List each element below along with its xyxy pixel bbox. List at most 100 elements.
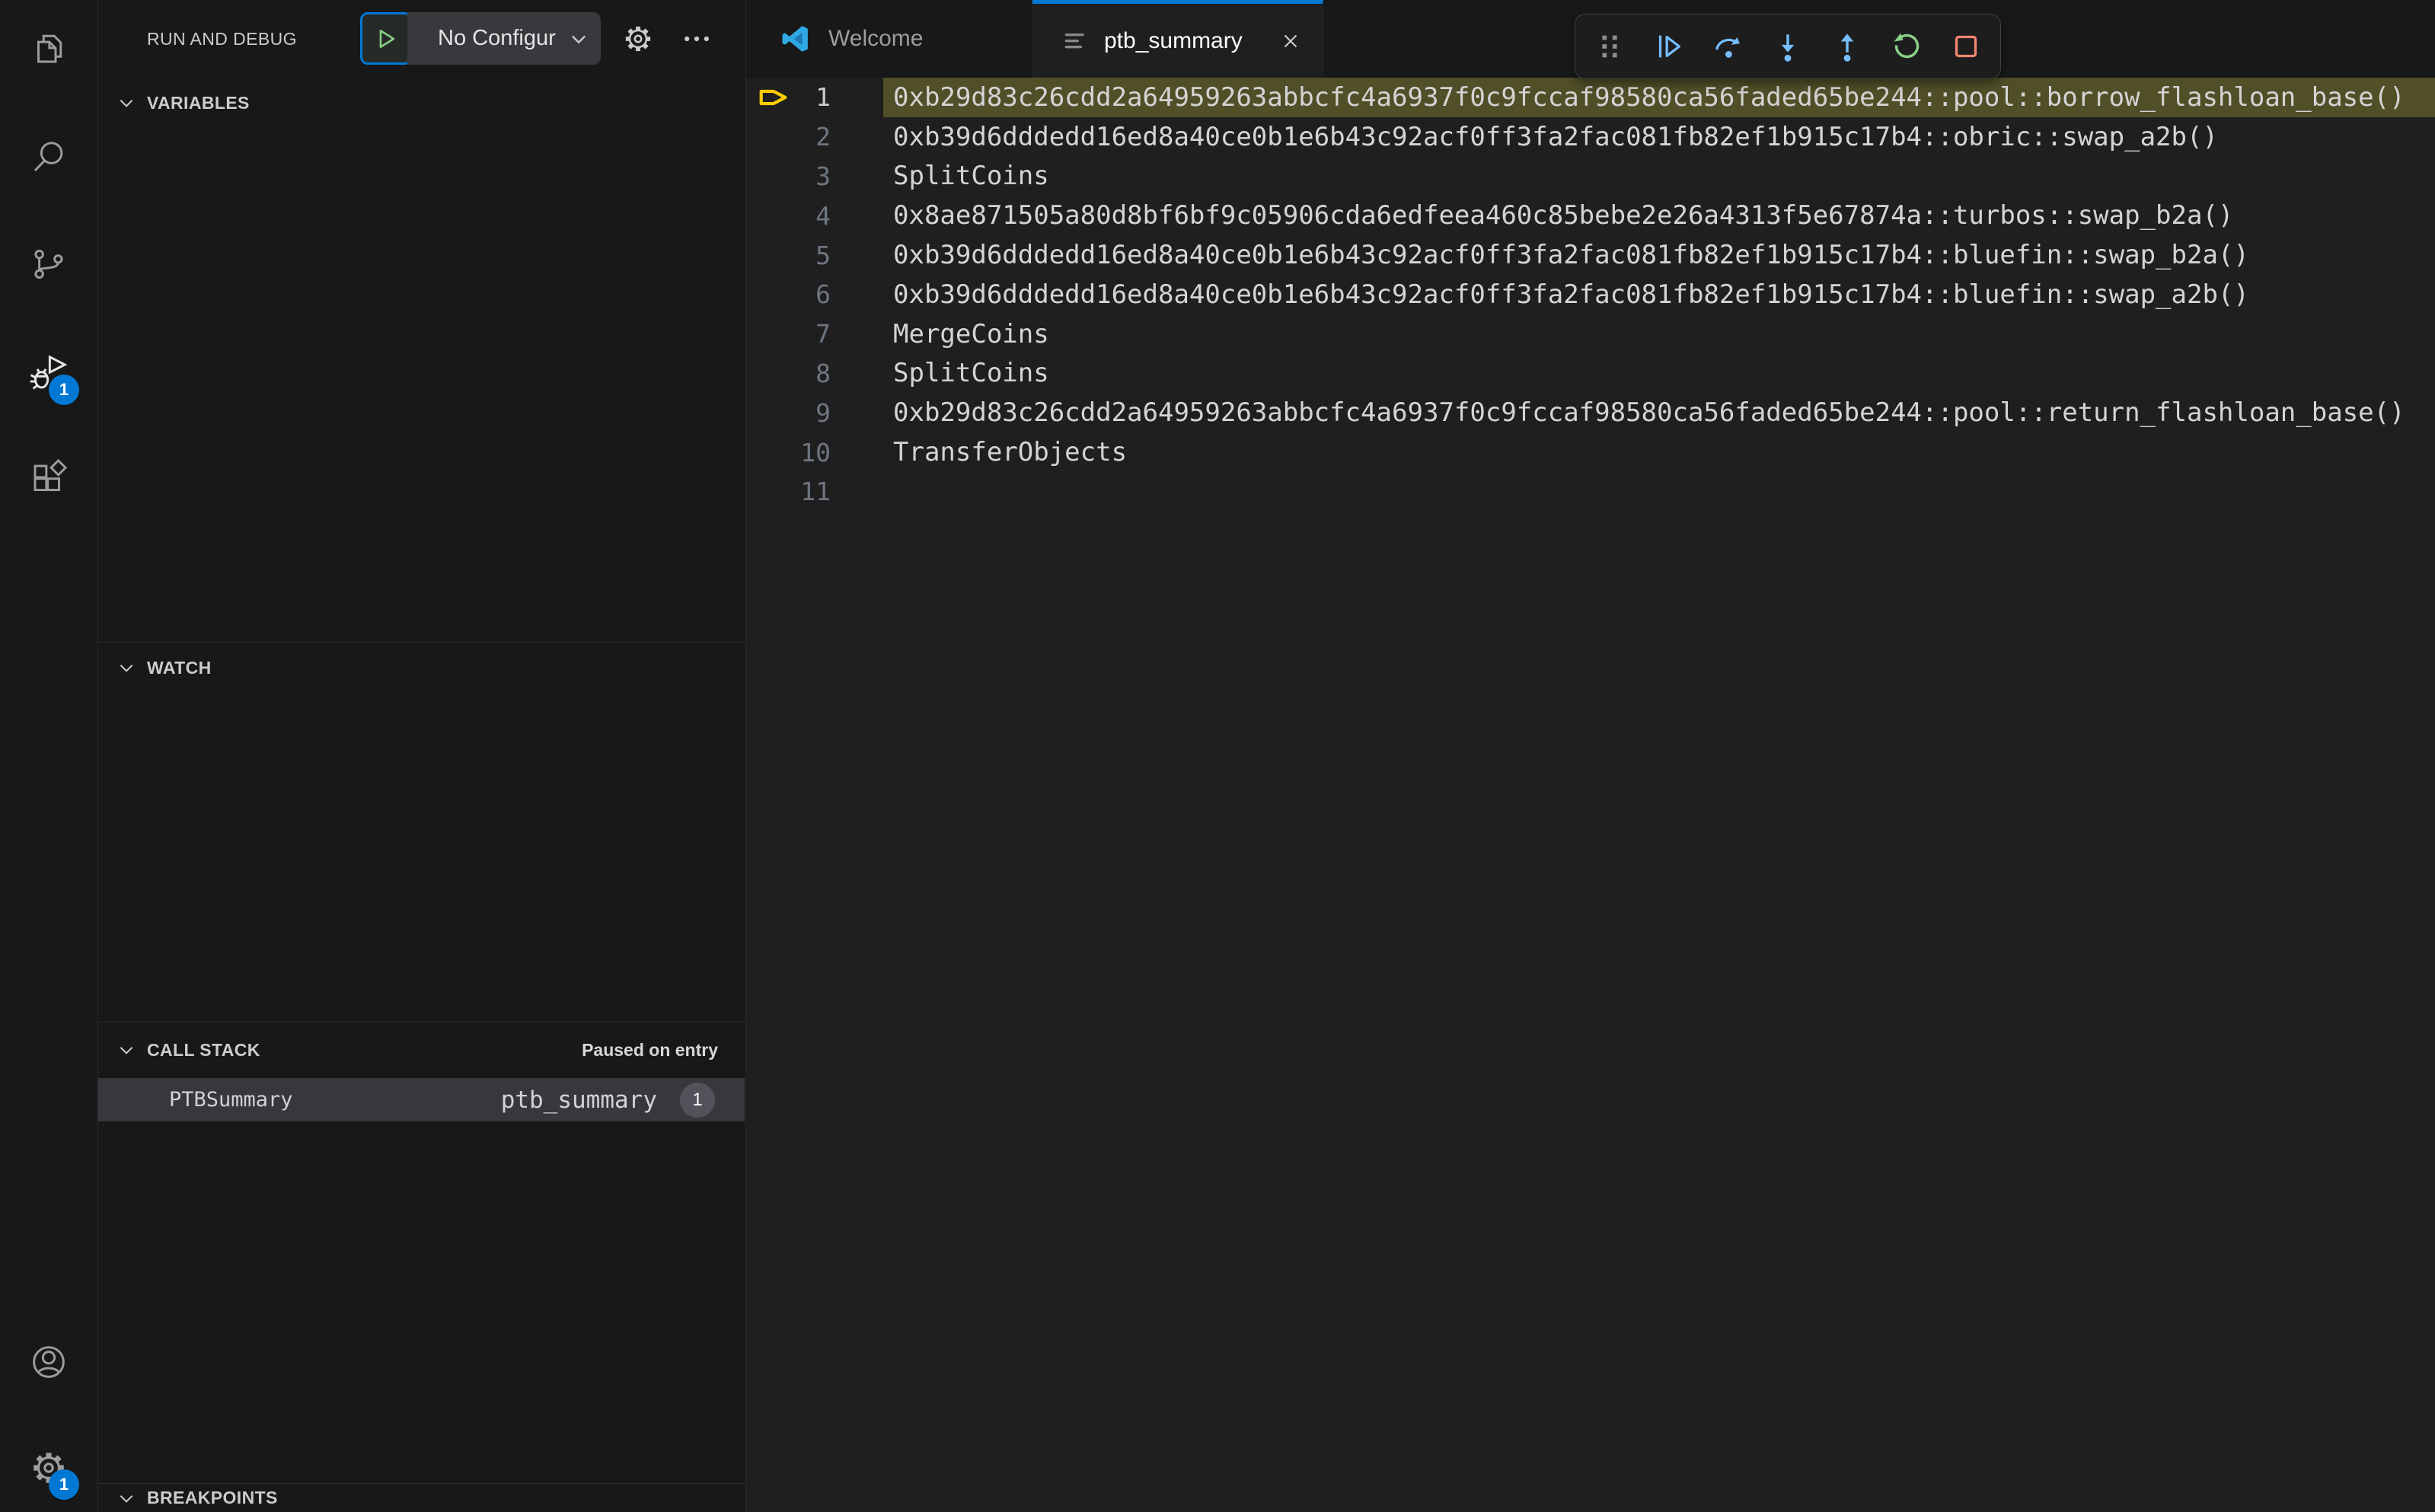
chevron-down-icon	[120, 1047, 133, 1054]
start-debug-button[interactable]	[360, 12, 412, 65]
play-icon	[379, 29, 395, 48]
section-breakpoints-label: BREAKPOINTS	[147, 1488, 278, 1507]
activity-item-accounts[interactable]	[0, 1325, 97, 1399]
stop-button[interactable]	[1947, 27, 1985, 65]
line-number[interactable]: 9	[746, 398, 831, 428]
line-number[interactable]: 10	[746, 438, 831, 467]
section-call-stack-label: CALL STACK	[147, 1039, 260, 1060]
debug-config-dropdown[interactable]: No Configur	[407, 12, 601, 65]
search-icon	[34, 142, 63, 172]
line-number[interactable]: 8	[746, 359, 831, 388]
files-icon	[37, 34, 62, 63]
code-line[interactable]: 10 TransferObjects	[746, 432, 2435, 472]
code-line[interactable]: 7 MergeCoins	[746, 314, 2435, 354]
section-watch[interactable]: WATCH	[116, 643, 745, 693]
debug-config-label: No Configur	[438, 26, 556, 50]
line-number[interactable]: 3	[746, 161, 831, 191]
activity-bar: 1 1	[0, 0, 98, 1512]
ellipsis-icon	[685, 36, 709, 42]
code-line[interactable]: 2 0xb39d6dddedd16ed8a40ce0b1e6b43c92acf0…	[746, 117, 2435, 157]
line-number[interactable]: 6	[746, 279, 831, 309]
toolbar-drag-handle[interactable]	[1591, 27, 1629, 65]
step-out-icon	[1840, 33, 1854, 62]
frame-name: PTBSummary	[169, 1088, 293, 1112]
line-number[interactable]: 4	[746, 201, 831, 231]
code-line[interactable]: 5 0xb39d6dddedd16ed8a40ce0b1e6b43c92acf0…	[746, 235, 2435, 275]
settings-badge: 1	[49, 1469, 79, 1500]
line-text: 0xb39d6dddedd16ed8a40ce0b1e6b43c92acf0ff…	[893, 240, 2249, 271]
frame-badge: 1	[680, 1082, 715, 1118]
line-text: 0xb39d6dddedd16ed8a40ce0b1e6b43c92acf0ff…	[893, 279, 2249, 310]
line-number[interactable]: 11	[746, 477, 831, 506]
code-line[interactable]: 1 0xb29d83c26cdd2a64959263abbcfc4a6937f0…	[746, 78, 2435, 117]
tab-welcome[interactable]: Welcome	[746, 0, 1032, 78]
line-text: 0xb39d6dddedd16ed8a40ce0b1e6b43c92acf0ff…	[893, 121, 2218, 152]
line-number[interactable]: 2	[746, 122, 831, 152]
chevron-down-icon	[571, 35, 586, 43]
call-stack-frame-row[interactable]: PTBSummary ptb_summary 1	[98, 1078, 745, 1121]
restart-button[interactable]	[1888, 27, 1926, 65]
activity-item-run-and-debug[interactable]: 1	[0, 337, 97, 410]
activity-item-extensions[interactable]	[0, 440, 97, 513]
continue-button[interactable]	[1650, 27, 1688, 65]
restart-icon	[1894, 33, 1920, 59]
chevron-down-icon	[120, 100, 133, 107]
debug-toolbar	[1575, 14, 2001, 79]
code-line[interactable]: 9 0xb29d83c26cdd2a64959263abbcfc4a6937f0…	[746, 393, 2435, 432]
section-variables[interactable]: VARIABLES	[116, 78, 745, 128]
line-text: TransferObjects	[893, 437, 1128, 468]
line-number[interactable]: 7	[746, 319, 831, 349]
line-number[interactable]: 5	[746, 241, 831, 270]
debug-badge: 1	[49, 375, 79, 405]
line-text: MergeCoins	[893, 318, 1049, 349]
activity-item-explorer[interactable]	[0, 11, 97, 85]
continue-icon	[1658, 35, 1681, 58]
vscode-logo-icon	[782, 26, 808, 52]
source-control-icon	[34, 249, 63, 279]
code-line[interactable]: 11	[746, 472, 2435, 512]
tab-welcome-label: Welcome	[828, 26, 924, 51]
extensions-icon	[34, 458, 68, 492]
section-call-stack[interactable]: CALL STACK Paused on entry	[116, 1022, 745, 1077]
sidebar-title: RUN AND DEBUG	[147, 29, 297, 49]
tab-close-button[interactable]	[1275, 26, 1306, 56]
gear-icon	[625, 26, 651, 52]
chevron-down-icon	[120, 665, 133, 672]
current-frame-arrow-icon	[759, 89, 787, 106]
step-over-icon	[1715, 37, 1740, 58]
debug-settings-button[interactable]	[620, 21, 656, 57]
vscode-window: 1 1 RUN AND DEBUG No Configur VARIABLES …	[0, 0, 2435, 1512]
list-file-icon	[1064, 33, 1084, 48]
tab-ptb-summary-label: ptb_summary	[1104, 27, 1243, 53]
section-watch-label: WATCH	[147, 657, 212, 678]
code-line[interactable]: 6 0xb39d6dddedd16ed8a40ce0b1e6b43c92acf0…	[746, 275, 2435, 314]
section-variables-label: VARIABLES	[147, 92, 250, 113]
tab-ptb-summary[interactable]: ptb_summary	[1032, 0, 1323, 78]
line-text: SplitCoins	[893, 358, 1049, 389]
code-area: 1 0xb29d83c26cdd2a64959263abbcfc4a6937f0…	[746, 78, 2435, 1512]
step-into-button[interactable]	[1769, 27, 1807, 65]
frame-source: ptb_summary	[500, 1086, 657, 1114]
account-icon	[33, 1346, 65, 1378]
debug-start-control: No Configur	[360, 12, 605, 65]
code-line[interactable]: 4 0x8ae871505a80d8bf6bf9c05906cda6edfeea…	[746, 196, 2435, 235]
chevron-down-icon	[120, 1494, 133, 1503]
views-more-actions-button[interactable]	[678, 21, 715, 57]
line-text: SplitCoins	[893, 161, 1049, 192]
editor-group: Welcome ptb_summary 1 0xb29d83c26cdd2a64…	[746, 0, 2435, 1512]
activity-item-source-control[interactable]	[0, 228, 97, 301]
activity-item-search[interactable]	[0, 120, 97, 193]
frame-right-group: ptb_summary 1	[500, 1082, 715, 1118]
stop-icon	[1955, 35, 1977, 58]
line-text: 0xb29d83c26cdd2a64959263abbcfc4a6937f0c9…	[893, 81, 2405, 113]
activity-item-settings[interactable]: 1	[0, 1431, 97, 1504]
debug-sidebar: RUN AND DEBUG No Configur VARIABLES WATC…	[98, 0, 746, 1512]
step-over-button[interactable]	[1709, 27, 1747, 65]
code-line[interactable]: 8 SplitCoins	[746, 354, 2435, 394]
code-line[interactable]: 3 SplitCoins	[746, 157, 2435, 196]
grabber-icon	[1602, 35, 1617, 58]
section-breakpoints[interactable]: BREAKPOINTS	[116, 1484, 745, 1512]
step-out-button[interactable]	[1828, 27, 1866, 65]
line-text: 0xb29d83c26cdd2a64959263abbcfc4a6937f0c9…	[893, 397, 2405, 429]
line-text: 0x8ae871505a80d8bf6bf9c05906cda6edfeea46…	[893, 200, 2234, 231]
